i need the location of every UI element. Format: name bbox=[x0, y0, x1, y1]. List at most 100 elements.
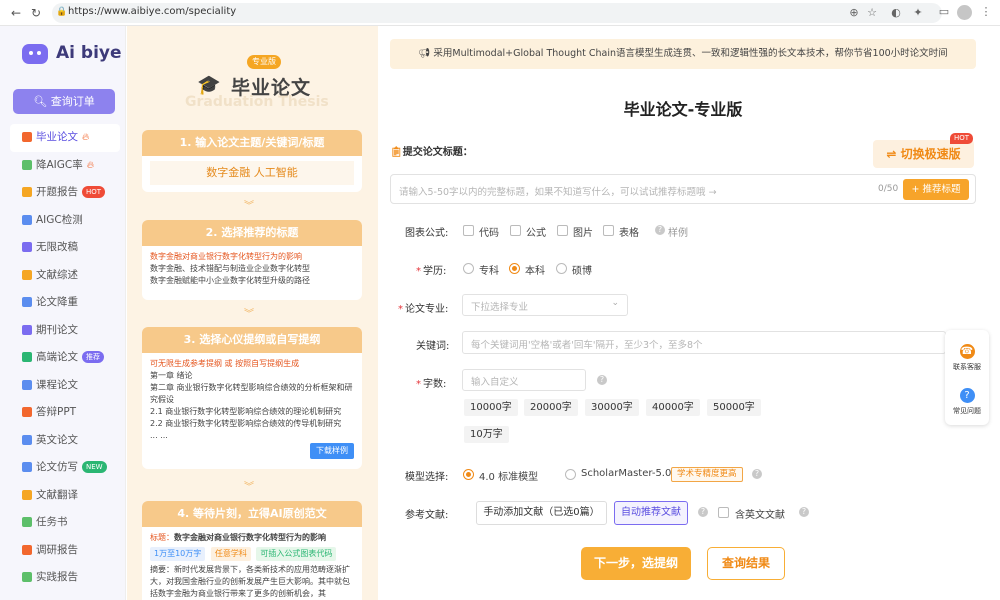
word-chip[interactable]: 20000字 bbox=[524, 399, 578, 416]
query-order-button[interactable]: 🔍︎ 查询订单 bbox=[13, 89, 115, 114]
sidebar-item[interactable]: 开题报告 HOT bbox=[10, 179, 120, 207]
table-checkbox[interactable] bbox=[603, 225, 614, 236]
code-checkbox[interactable] bbox=[463, 225, 474, 236]
faq[interactable]: ? 常见问题 bbox=[945, 388, 989, 416]
word-chip[interactable]: 10万字 bbox=[464, 426, 509, 443]
chart-formula-label: 图表公式: bbox=[405, 228, 449, 239]
manual-reference-button[interactable]: 手动添加文献（已选0篇） bbox=[476, 501, 607, 525]
sidebar-item[interactable]: 调研报告 bbox=[10, 537, 120, 565]
english-ref-checkbox[interactable] bbox=[718, 507, 729, 518]
help-icon[interactable]: ? bbox=[698, 507, 708, 517]
extension-icon[interactable]: ◐ bbox=[889, 6, 903, 19]
degree-option[interactable]: 专科 bbox=[479, 262, 499, 277]
degree-option[interactable]: 硕博 bbox=[572, 262, 592, 277]
step-2-line: 数字金融、技术错配与制造业企业数字化转型 bbox=[150, 264, 310, 273]
english-ref-option[interactable]: 含英文文献 bbox=[735, 506, 785, 521]
back-icon[interactable]: ← bbox=[8, 5, 24, 21]
degree-label-text: 学历: bbox=[423, 266, 447, 277]
sidebar-item[interactable]: 文献综述 bbox=[10, 262, 120, 290]
step-4-title: 4. 等待片刻，立得AI原创范文 bbox=[142, 501, 362, 527]
formula-checkbox[interactable] bbox=[510, 225, 521, 236]
sidebar-item[interactable]: 无限改稿 bbox=[10, 234, 120, 262]
hot-badge: HOT bbox=[950, 133, 974, 144]
step-3-card: 3. 选择心仪提纲或自写提纲 可无限生成参考提纲 或 按照自写提纲生成 第一章 … bbox=[142, 327, 362, 469]
major-label-text: 论文专业: bbox=[405, 304, 449, 315]
references-label: 参考文献: bbox=[405, 510, 449, 521]
query-result-button[interactable]: 查询结果 bbox=[707, 547, 785, 580]
contact-service[interactable]: ☎︎ 联系客服 bbox=[945, 344, 989, 372]
help-icon[interactable]: ? bbox=[752, 469, 762, 479]
zoom-icon[interactable]: ⊕ bbox=[847, 6, 861, 19]
word-chip[interactable]: 40000字 bbox=[646, 399, 700, 416]
table-option[interactable]: 表格 bbox=[619, 224, 639, 239]
model-option[interactable]: 4.0 标准模型 bbox=[479, 468, 538, 483]
words-input[interactable]: 输入自定义 bbox=[462, 369, 586, 391]
fire-icon: 🔥︎ bbox=[86, 159, 95, 171]
sidebar-item[interactable]: 答辩PPT bbox=[10, 399, 120, 427]
auto-reference-button[interactable]: 自动推荐文献 bbox=[614, 501, 688, 525]
sample-link[interactable]: 样例 bbox=[668, 224, 688, 239]
degree-option[interactable]: 本科 bbox=[525, 262, 545, 277]
formula-option[interactable]: 公式 bbox=[526, 224, 546, 239]
recommend-title-button[interactable]: + 推荐标题 bbox=[903, 179, 969, 200]
words-label: * 字数: bbox=[416, 379, 447, 390]
switch-fast-button[interactable]: ⇌ 切换极速版 bbox=[873, 140, 974, 168]
sidebar-item[interactable]: 论文降重 bbox=[10, 289, 120, 317]
sidebar-item[interactable]: 高端论文 推荐 bbox=[10, 344, 120, 372]
sidebar-icon[interactable]: ▭ bbox=[937, 5, 951, 18]
puzzle-icon[interactable]: ✦ bbox=[911, 6, 925, 19]
degree-radio-master[interactable] bbox=[556, 263, 567, 274]
refresh-icon[interactable]: ↻ bbox=[28, 5, 44, 21]
sidebar-item[interactable]: 期刊论文 bbox=[10, 317, 120, 345]
major-select[interactable]: 下拉选择专业 ⌄ bbox=[462, 294, 628, 316]
sidebar-item[interactable]: 英文论文 bbox=[10, 427, 120, 455]
code-option[interactable]: 代码 bbox=[479, 224, 499, 239]
document-icon: 📋︎ bbox=[390, 147, 403, 158]
sidebar-item[interactable]: 任务书 bbox=[10, 509, 120, 537]
main-form: 📢︎ 采用Multimodal+Global Thought Chain语言模型… bbox=[378, 26, 1000, 600]
model-option[interactable]: ScholarMaster-5.0 bbox=[581, 468, 671, 479]
sidebar-item-icon bbox=[22, 407, 32, 417]
profile-avatar[interactable] bbox=[957, 5, 972, 20]
model-radio-scholar[interactable] bbox=[565, 469, 576, 480]
download-sample-button[interactable]: 下载样例 bbox=[310, 443, 354, 459]
sidebar-item[interactable]: 毕业论文 🔥︎ bbox=[10, 124, 120, 152]
word-chip[interactable]: 50000字 bbox=[707, 399, 761, 416]
step-2-line: 数字金融对商业银行数字化转型行为的影响 bbox=[150, 252, 302, 261]
sidebar-item-icon bbox=[22, 544, 32, 555]
sidebar-item[interactable]: AIGC检测 bbox=[10, 207, 120, 235]
menu-dots-icon[interactable]: ⋮ bbox=[979, 5, 993, 18]
sidebar-item-label: 高端论文 bbox=[36, 351, 78, 363]
degree-radio-bachelor[interactable] bbox=[509, 263, 520, 274]
sidebar-item-icon bbox=[22, 214, 32, 225]
image-checkbox[interactable] bbox=[557, 225, 568, 236]
sidebar-item[interactable]: 文献翻译 bbox=[10, 482, 120, 510]
help-icon[interactable]: ? bbox=[655, 225, 665, 235]
banner-text: 采用Multimodal+Global Thought Chain语言模型生成连… bbox=[433, 48, 948, 59]
keywords-input[interactable]: 每个关键词用'空格'或者'回车'隔开，至少3个，至多8个 bbox=[462, 331, 946, 354]
contact-service-label: 联系客服 bbox=[953, 363, 981, 371]
step-4-card: 4. 等待片刻，立得AI原创范文 标题：数字金融对商业银行数字化转型行为的影响 … bbox=[142, 501, 362, 600]
next-step-button[interactable]: 下一步，选提纲 bbox=[581, 547, 691, 580]
step-1-card: 1. 输入论文主题/关键词/标题 数字金融 人工智能 bbox=[142, 130, 362, 192]
model-radio-standard[interactable] bbox=[463, 469, 474, 480]
degree-radio-college[interactable] bbox=[463, 263, 474, 274]
sidebar-item[interactable]: 降AIGC率 🔥︎ bbox=[10, 152, 120, 180]
title-input[interactable]: 请输入5-50字以内的完整标题，如果不知道写什么，可以试试推荐标题哦 → 0/5… bbox=[390, 174, 976, 204]
help-icon[interactable]: ? bbox=[597, 375, 607, 385]
image-option[interactable]: 图片 bbox=[573, 224, 593, 239]
sidebar-item-icon bbox=[22, 434, 32, 445]
word-chip[interactable]: 30000字 bbox=[585, 399, 639, 416]
sidebar-item-label: 文献综述 bbox=[36, 268, 78, 281]
word-chip[interactable]: 10000字 bbox=[464, 399, 518, 416]
address-bar[interactable]: 🔒 https://www.aibiye.com/speciality ⊕ ☆ … bbox=[52, 3, 942, 23]
bookmark-star-icon[interactable]: ☆ bbox=[865, 6, 879, 19]
sidebar-item[interactable]: 课程论文 bbox=[10, 372, 120, 400]
chevron-down-icon: ︾ bbox=[244, 201, 254, 212]
sidebar-item-label: 任务书 bbox=[36, 516, 68, 528]
sidebar-item[interactable]: 实践报告 bbox=[10, 564, 120, 592]
help-icon[interactable]: ? bbox=[799, 507, 809, 517]
sidebar-item[interactable]: 论文仿写 NEW bbox=[10, 454, 120, 482]
sidebar-item-icon bbox=[22, 132, 32, 142]
url-text[interactable]: https://www.aibiye.com/speciality bbox=[68, 6, 236, 17]
